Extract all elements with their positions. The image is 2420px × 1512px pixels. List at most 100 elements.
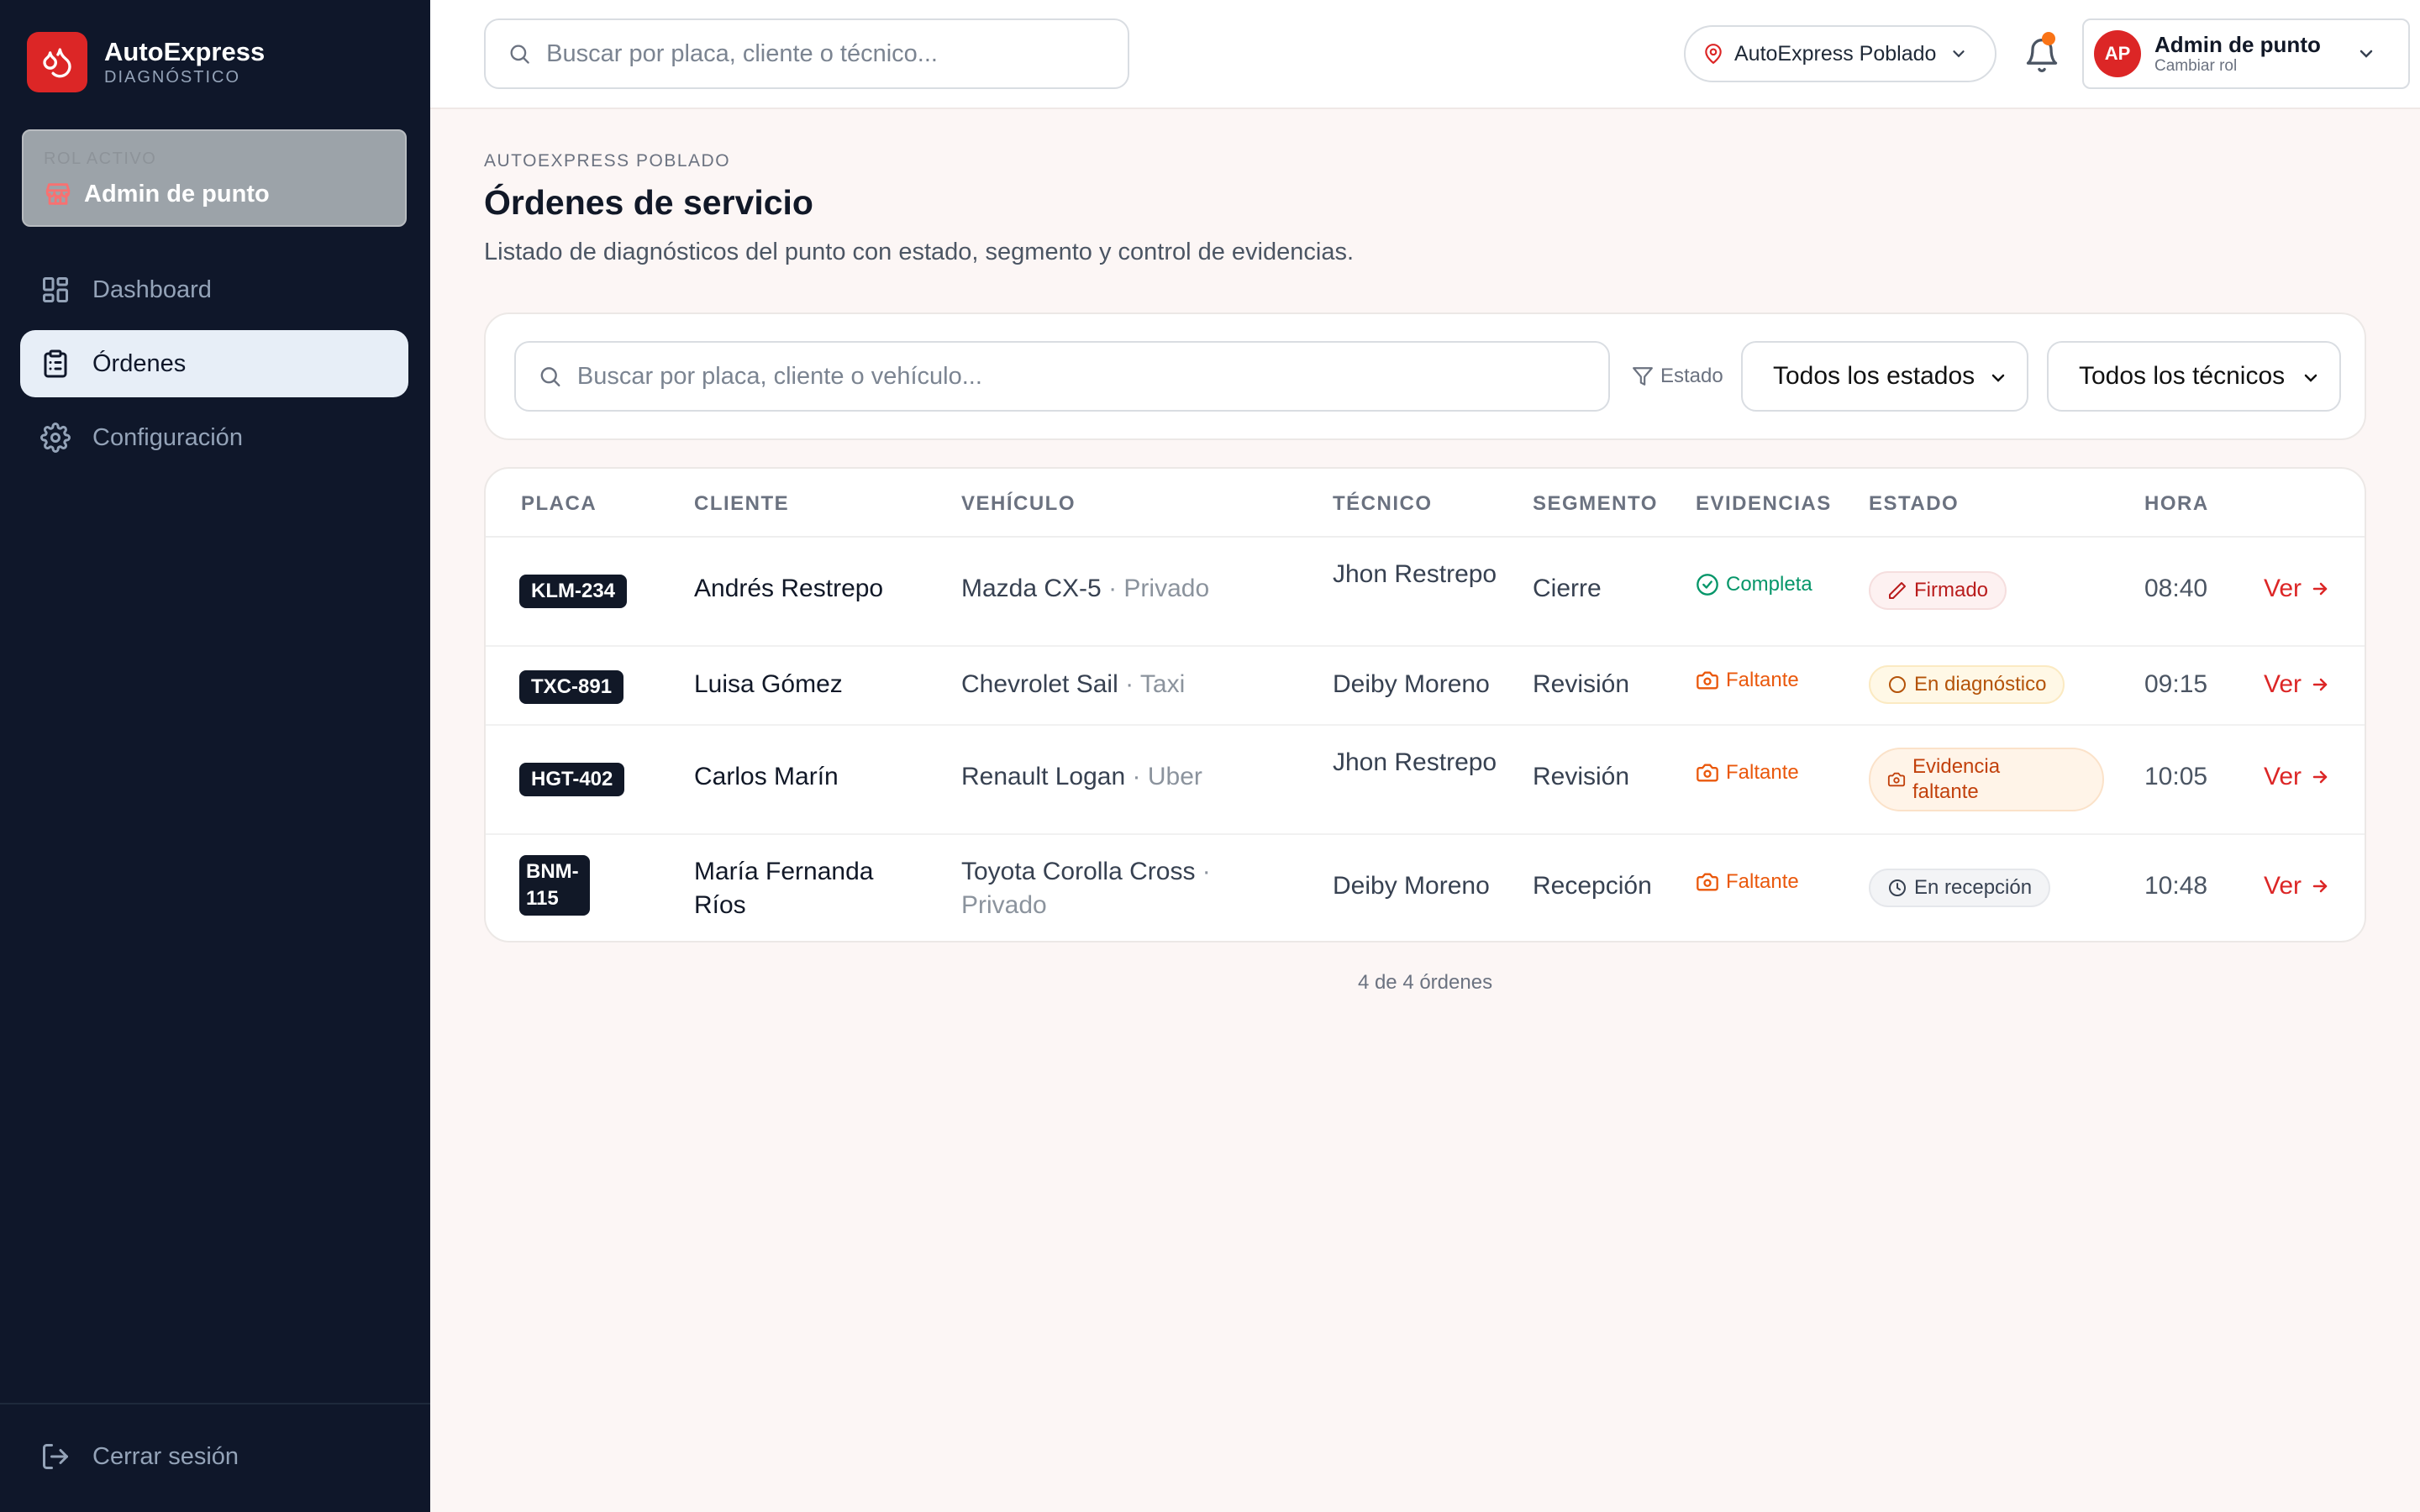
header-estado[interactable]: ESTADO (1869, 492, 1959, 516)
brand-name: AutoExpress (104, 37, 266, 66)
logout-button[interactable]: Cerrar sesión (40, 1441, 239, 1472)
clock-icon (1889, 879, 1906, 896)
store-icon (45, 183, 71, 205)
autoexpress-logo-icon (27, 32, 87, 92)
plate-badge: HGT-402 (519, 763, 625, 796)
header-vehiculo[interactable]: VEHÍCULO (961, 492, 1076, 516)
user-name: Admin de punto (2154, 32, 2321, 57)
client-name: Luisa Gómez (694, 670, 843, 698)
nav-item-configuracion[interactable]: Configuración (20, 404, 408, 471)
status-badge: Evidencia faltante (1869, 748, 2104, 811)
view-order-link[interactable]: Ver (2264, 575, 2330, 603)
active-role-name: Admin de punto (84, 180, 270, 207)
vehicle-cell: Mazda CX-5 · Privado (961, 575, 1209, 603)
technician-select[interactable]: Todos los técnicos (2047, 341, 2341, 412)
sidebar: AutoExpress DIAGNÓSTICO ROL ACTIVO Admin… (0, 0, 430, 1512)
arrow-right-icon (2312, 582, 2328, 596)
table-row[interactable]: HGT-402 Carlos Marín Renault Logan · Ube… (486, 726, 2365, 835)
gear-icon (40, 423, 71, 453)
chevron-down-icon (1991, 374, 2005, 382)
vehicle-model: Chevrolet Sail (961, 670, 1118, 698)
camera-icon (1887, 772, 1906, 787)
orders-table: PLACA CLIENTE VEHÍCULO TÉCNICO SEGMENTO … (484, 467, 2366, 942)
nav-item-dashboard[interactable]: Dashboard (20, 256, 408, 323)
clipboard-icon (44, 349, 67, 378)
view-order-link[interactable]: Ver (2264, 872, 2330, 900)
vehicle-cell: Chevrolet Sail · Taxi (961, 670, 1185, 699)
active-role-card[interactable]: ROL ACTIVO Admin de punto (22, 129, 407, 227)
vehicle-cell: Renault Logan · Uber (961, 763, 1202, 791)
table-row[interactable]: KLM-234 Andrés Restrepo Mazda CX-5 · Pri… (486, 538, 2365, 647)
segment: Recepción (1533, 872, 1652, 900)
vehicle-model: Mazda CX-5 (961, 575, 1102, 602)
topbar: AutoExpress Poblado AP Admin de punto Ca… (430, 0, 2420, 109)
header-evidencias[interactable]: EVIDENCIAS (1696, 492, 1832, 516)
header-tecnico[interactable]: TÉCNICO (1333, 492, 1433, 516)
evidence-label: Faltante (1726, 761, 1799, 784)
evidence-status: Faltante (1696, 761, 1799, 785)
location-selector[interactable]: AutoExpress Poblado (1684, 25, 1996, 82)
status-label: Firmado (1914, 579, 1989, 601)
status-badge: En recepción (1869, 869, 2051, 907)
view-order-link[interactable]: Ver (2264, 763, 2330, 791)
vehicle-cell: Toyota Corolla Cross · Privado (961, 855, 1239, 922)
table-row[interactable]: BNM-115 María Fernanda Ríos Toyota Corol… (486, 835, 2365, 941)
grid-icon (43, 277, 68, 302)
evidence-status: Faltante (1696, 669, 1799, 692)
status-label: En recepción (1914, 876, 2033, 899)
technician-name: Deiby Moreno (1333, 872, 1490, 900)
client-name: Andrés Restrepo (694, 575, 884, 602)
user-menu[interactable]: AP Admin de punto Cambiar rol (2082, 18, 2410, 89)
status-label: Evidencia faltante (1912, 755, 2001, 803)
notification-bell-icon[interactable] (2023, 37, 2060, 74)
circle-icon (1889, 676, 1906, 693)
technician-name: Jhon Restrepo (1333, 560, 1497, 588)
order-hour: 08:40 (2144, 575, 2208, 602)
header-segmento[interactable]: SEGMENTO (1533, 492, 1658, 516)
vehicle-type: · Taxi (1125, 670, 1186, 698)
status-select[interactable]: Todos los estados (1741, 341, 2028, 412)
vehicle-model: Toyota Corolla Cross (961, 858, 1196, 885)
camera-icon (1697, 873, 1718, 891)
chevron-down-icon (2360, 50, 2373, 58)
technician-select-value: Todos los técnicos (2079, 362, 2286, 390)
header-cliente[interactable]: CLIENTE (694, 492, 789, 516)
logout-label: Cerrar sesión (92, 1442, 239, 1470)
table-header: PLACA CLIENTE VEHÍCULO TÉCNICO SEGMENTO … (486, 469, 2365, 538)
page-title: Órdenes de servicio (484, 183, 813, 222)
arrow-right-icon (2312, 770, 2328, 784)
orders-search[interactable] (514, 341, 1610, 412)
vehicle-type: · Uber (1132, 763, 1202, 790)
nav-label-ordenes: Órdenes (92, 349, 187, 377)
nav-label-dashboard: Dashboard (92, 276, 212, 303)
page-eyebrow: AUTOEXPRESS POBLADO (484, 151, 731, 171)
header-hora[interactable]: HORA (2144, 492, 2209, 516)
pen-icon (1889, 582, 1906, 599)
map-pin-icon (1705, 44, 1722, 64)
page-description: Listado de diagnósticos del punto con es… (484, 239, 1355, 265)
brand[interactable]: AutoExpress DIAGNÓSTICO (27, 32, 265, 92)
nav-item-ordenes[interactable]: Órdenes (20, 330, 408, 397)
table-row[interactable]: TXC-891 Luisa Gómez Chevrolet Sail · Tax… (486, 647, 2365, 726)
view-order-link[interactable]: Ver (2264, 670, 2330, 699)
status-label: En diagnóstico (1914, 673, 2047, 696)
orders-search-input[interactable] (576, 362, 1608, 391)
status-badge: Firmado (1869, 571, 2007, 610)
chevron-down-icon (1953, 50, 1965, 58)
evidence-label: Faltante (1726, 870, 1799, 893)
estado-label: Estado (1660, 365, 1723, 387)
logout-icon (43, 1444, 68, 1469)
client-name: María Fernanda Ríos (694, 858, 874, 919)
status-select-value: Todos los estados (1773, 362, 1975, 390)
view-label: Ver (2264, 575, 2302, 602)
segment: Revisión (1533, 763, 1630, 790)
orders-count: 4 de 4 órdenes (1357, 971, 1493, 994)
global-search[interactable] (484, 18, 1129, 89)
header-placa[interactable]: PLACA (521, 492, 597, 516)
segment: Revisión (1533, 670, 1630, 698)
global-search-input[interactable] (546, 39, 1128, 68)
view-label: Ver (2264, 872, 2302, 900)
filter-card: Estado Todos los estados Todos los técni… (484, 312, 2366, 440)
location-label: AutoExpress Poblado (1734, 41, 1937, 66)
brand-subtitle: DIAGNÓSTICO (104, 68, 241, 87)
